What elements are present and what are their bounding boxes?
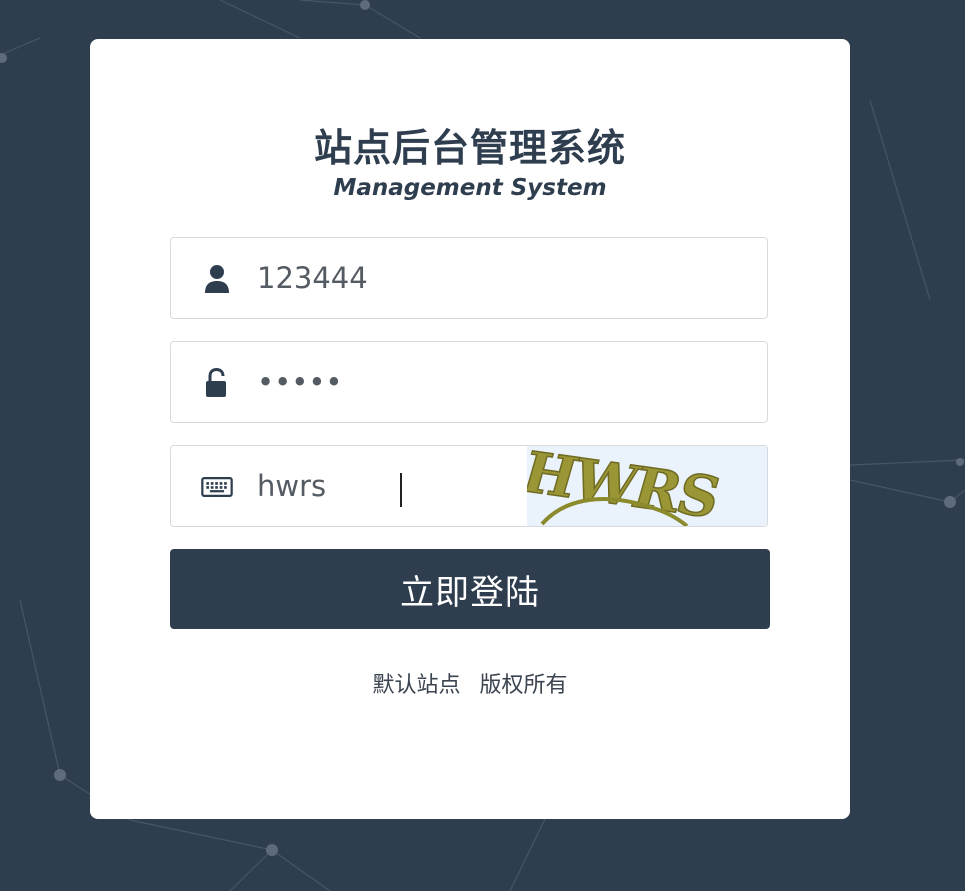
captcha-image[interactable]: HWRS xyxy=(527,446,767,526)
login-card: 站点后台管理系统 Management System 123444 ••••• … xyxy=(90,39,850,819)
footer-copyright-text: 版权所有 xyxy=(479,673,568,698)
captcha-input[interactable] xyxy=(257,466,497,506)
captcha-image-text: HWRS xyxy=(527,446,726,526)
keyboard-icon xyxy=(201,472,233,502)
footer-site-text: 默认站点 xyxy=(372,673,461,698)
user-icon xyxy=(201,264,233,294)
page-subtitle: Management System xyxy=(333,175,607,201)
login-button[interactable]: 立即登陆 xyxy=(170,549,770,629)
unlock-icon xyxy=(201,368,233,398)
username-input[interactable] xyxy=(257,258,677,298)
footer: 默认站点 版权所有 xyxy=(90,667,850,699)
captcha-field[interactable]: HWRS xyxy=(170,445,768,527)
password-input[interactable] xyxy=(257,362,677,402)
page-title: 站点后台管理系统 xyxy=(313,126,626,170)
password-field[interactable] xyxy=(170,341,768,423)
text-cursor xyxy=(400,473,402,507)
username-field[interactable] xyxy=(170,237,768,319)
